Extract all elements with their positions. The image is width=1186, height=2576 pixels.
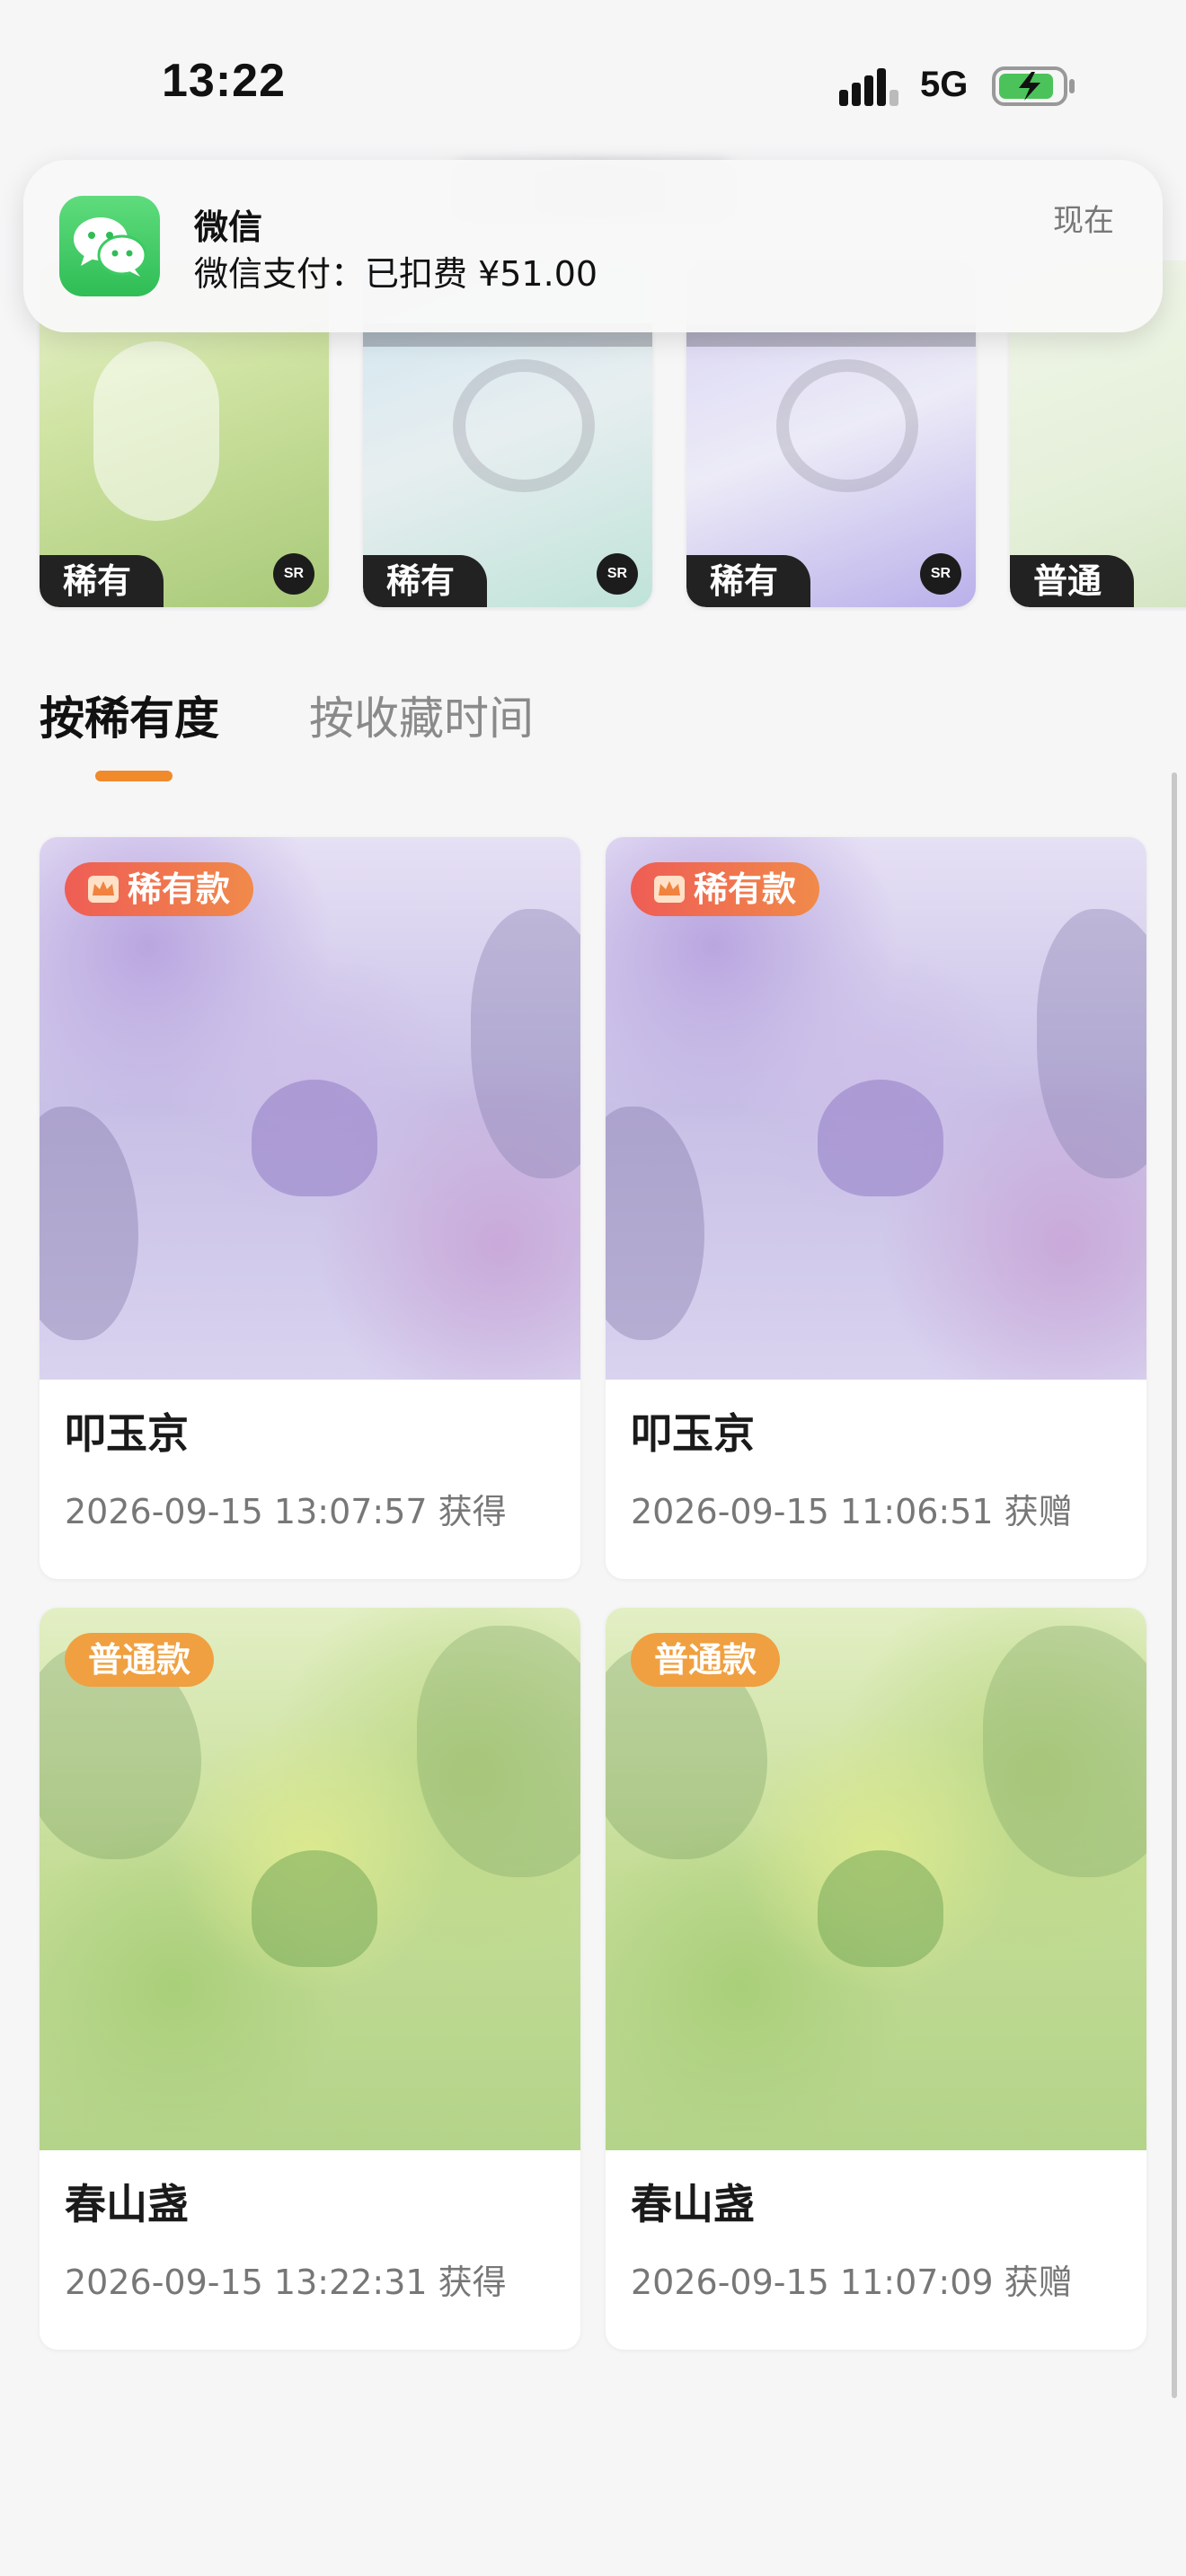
card-acquired-time: 2026-09-15 11:06:51 获赠 [631, 1492, 1073, 1531]
card-title: 春山盏 [65, 2180, 189, 2228]
collection-card[interactable]: 稀有款 叩玉京 2026-09-15 11:06:51 获赠 [606, 837, 1146, 1579]
thumb-art-window [453, 359, 595, 492]
rarity-tag: 稀有 [40, 555, 164, 607]
notification-banner[interactable]: 微信 微信支付：已扣费 ¥51.00 现在 [23, 160, 1163, 332]
collection-card[interactable]: 普通款 春山盏 2026-09-15 11:07:09 获赠 [606, 1608, 1146, 2350]
thumb-art-rabbit [93, 341, 219, 521]
card-artwork [40, 837, 580, 1380]
signal-icon [839, 68, 898, 106]
battery-charging-icon [992, 66, 1075, 106]
notification-message: 微信支付：已扣费 ¥51.00 [194, 254, 598, 294]
notification-time: 现在 [1053, 203, 1114, 239]
collection-card[interactable]: 普通款 春山盏 2026-09-15 13:22:31 获得 [40, 1608, 580, 2350]
thumb-art-window [776, 359, 918, 492]
card-artwork [606, 1608, 1146, 2150]
rarity-tag: 稀有 [686, 555, 811, 607]
card-acquired-time: 2026-09-15 13:22:31 获得 [65, 2263, 507, 2302]
sr-badge: SR [920, 553, 961, 595]
collection-card[interactable]: 稀有款 叩玉京 2026-09-15 13:07:57 获得 [40, 837, 580, 1579]
card-title: 叩玉京 [65, 1409, 189, 1458]
rarity-badge: 普通款 [631, 1633, 781, 1687]
status-bar: 13:22 5G [0, 0, 1186, 171]
status-time: 13:22 [162, 55, 286, 107]
card-artwork [606, 837, 1146, 1380]
rarity-badge: 稀有款 [65, 862, 254, 916]
card-title: 春山盏 [631, 2180, 755, 2228]
network-label: 5G [920, 65, 969, 104]
rarity-badge-label: 普通款 [654, 1640, 757, 1680]
wechat-icon [59, 196, 160, 296]
tab-sort-by-time[interactable]: 按收藏时间 [309, 683, 534, 747]
rarity-badge-label: 稀有款 [128, 869, 231, 909]
crown-icon [654, 876, 685, 903]
rarity-badge-label: 稀有款 [694, 869, 797, 909]
rarity-tag: 普通 [1010, 555, 1135, 607]
card-acquired-time: 2026-09-15 13:07:57 获得 [65, 1492, 507, 1531]
rarity-tag: 稀有 [363, 555, 488, 607]
card-title: 叩玉京 [631, 1409, 755, 1458]
rarity-badge: 普通款 [65, 1633, 215, 1687]
sr-badge: SR [273, 553, 314, 595]
card-acquired-time: 2026-09-15 11:07:09 获赠 [631, 2263, 1073, 2302]
active-tab-indicator [95, 771, 173, 781]
sort-tabs: 按稀有度 按收藏时间 [0, 683, 1186, 790]
rarity-badge: 稀有款 [631, 862, 820, 916]
crown-icon [88, 876, 119, 903]
sr-badge: SR [597, 553, 638, 595]
tab-sort-by-rarity[interactable]: 按稀有度 [40, 683, 219, 747]
notification-app-name: 微信 [194, 207, 263, 247]
scrollbar[interactable] [1172, 772, 1177, 2398]
rarity-badge-label: 普通款 [88, 1640, 191, 1680]
card-artwork [40, 1608, 580, 2150]
